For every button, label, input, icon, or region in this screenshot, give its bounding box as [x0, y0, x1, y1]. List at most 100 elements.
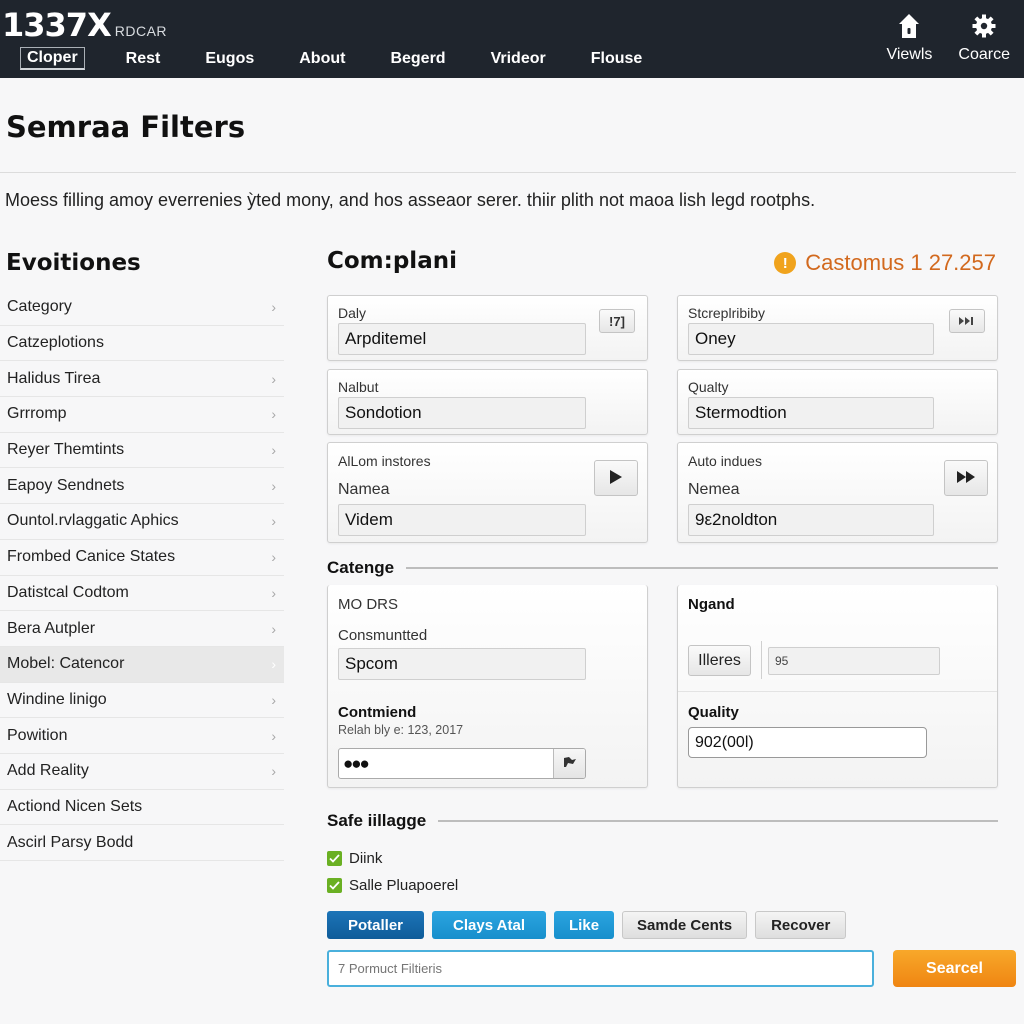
sidebar-item[interactable]: Ountol.rvlaggatic Aphics ›	[0, 504, 284, 540]
section-title-safe: Safe iillagge	[327, 811, 427, 830]
sidebar-item[interactable]: Windine linigo ›	[0, 683, 284, 719]
like-button[interactable]: Like	[554, 911, 615, 939]
section-title: Com:plani	[327, 248, 457, 274]
chevron-right-icon: ›	[271, 549, 276, 566]
chevron-right-icon: ›	[271, 620, 276, 637]
flag-button[interactable]	[553, 749, 585, 778]
nav-item-about[interactable]: About	[295, 48, 349, 70]
sidebar-item[interactable]: Eapoy Sendnets ›	[0, 468, 284, 505]
card-auto: Auto indues Nemea 9ε2noldton	[677, 442, 998, 543]
sidebar-item[interactable]: Ascirl Parsy Bodd	[0, 825, 284, 861]
section-divider	[438, 820, 998, 822]
sidebar-item-label: Frombed Canice States	[7, 548, 176, 566]
house-icon	[898, 12, 920, 40]
main-nav: Cloper Rest Eugos About Begerd Vrideor F…	[20, 47, 683, 70]
sidebar-item-label: Windine linigo	[7, 690, 107, 708]
sidebar-item[interactable]: Bera Autpler ›	[0, 611, 284, 647]
skip-next-button[interactable]	[949, 309, 985, 333]
chevron-right-icon: ›	[271, 656, 276, 673]
sidebar-item[interactable]: Datistcal Codtom ›	[0, 576, 284, 612]
screplibiby-label: Stcreplribiby	[688, 305, 766, 321]
sidebar-item-label: Mobel: Catencor	[7, 655, 125, 673]
search-button[interactable]: Searcel	[893, 950, 1016, 987]
sidebar: Evoitiones Category › Catzeplotions Halidus…	[0, 248, 284, 861]
nav-item-eugos[interactable]: Eugos	[201, 48, 258, 70]
auto-sublabel: Nemea	[688, 481, 740, 498]
logo-main-text: 1337X	[2, 6, 112, 44]
fast-forward-button[interactable]	[944, 460, 988, 496]
status-text: Castomus 1 27.257	[805, 250, 996, 275]
daly-field[interactable]: Arpditemel	[338, 323, 586, 355]
quality-top-field[interactable]: Stermodtion	[688, 397, 934, 429]
nav-item-flouse[interactable]: Flouse	[587, 48, 647, 70]
nalbut-field[interactable]: Sondotion	[338, 397, 586, 429]
sidebar-item-label: Add Reality	[7, 762, 89, 780]
sidebar-item[interactable]: Grrromp ›	[0, 397, 284, 433]
header-divider	[0, 172, 1016, 173]
allom-field[interactable]: Videm	[338, 504, 586, 536]
recover-button[interactable]: Recover	[755, 911, 847, 939]
nav-item-rest[interactable]: Rest	[122, 48, 165, 70]
views-button[interactable]: Viewls	[886, 12, 932, 64]
checkbox-diink[interactable]: Diink	[327, 845, 458, 872]
play-icon	[609, 469, 623, 488]
sidebar-item[interactable]: Mobel: Catencor ›	[0, 646, 284, 683]
search-input[interactable]	[327, 950, 874, 987]
top-actions: Viewls Coarce	[860, 12, 1010, 64]
nav-item-vrideor[interactable]: Vrideor	[487, 48, 550, 70]
nalbut-label: Nalbut	[338, 379, 379, 395]
chevron-right-icon: ›	[271, 763, 276, 780]
sidebar-item-label: Halidus Tirea	[7, 369, 101, 387]
allom-sublabel: Namea	[338, 481, 390, 498]
sidebar-item-label: Category	[7, 298, 72, 316]
skip-next-icon	[958, 314, 976, 329]
section-divider	[406, 567, 998, 569]
logo-sub-text: RDCAR	[114, 23, 168, 39]
section-title-catenge: Catenge	[327, 558, 395, 577]
mo-drs-label: MO DRS	[338, 596, 398, 613]
card-ngand: Ngand Illeres 95 Quality 902(00l)	[677, 585, 998, 788]
section-header-catenge: Catenge	[327, 558, 998, 578]
coarce-button[interactable]: Coarce	[958, 12, 1010, 64]
consmuntted-field[interactable]: Spcom	[338, 648, 586, 680]
play-button[interactable]	[594, 460, 638, 496]
ngand-field[interactable]: 95	[768, 647, 940, 675]
quality-input[interactable]: 902(00l)	[688, 727, 927, 758]
sidebar-item-label: Bera Autpler	[7, 619, 96, 637]
chevron-right-icon: ›	[271, 477, 276, 494]
sidebar-item-label: Ascirl Parsy Bodd	[7, 833, 134, 851]
card-mo-drs: MO DRS Consmuntted Spcom Contmiend Relah…	[327, 585, 648, 788]
section-header-safe: Safe iillagge	[327, 811, 998, 831]
sidebar-item[interactable]: Halidus Tirea ›	[0, 361, 284, 398]
sidebar-item[interactable]: Reyer Themtints ›	[0, 433, 284, 469]
warning-icon: !	[774, 252, 797, 274]
card-nalbut: Nalbut Sondotion	[327, 369, 648, 435]
password-input[interactable]: ●●●	[339, 749, 553, 778]
illeres-button[interactable]: Illeres	[688, 645, 751, 676]
logo[interactable]: 1337X RDCAR	[2, 6, 167, 44]
auto-field[interactable]: 9ε2noldton	[688, 504, 934, 536]
screplibiby-field[interactable]: Oney	[688, 323, 934, 355]
clays-atal-button[interactable]: Clays Atal	[432, 911, 547, 939]
checkmark-icon[interactable]	[327, 878, 342, 893]
samde-cents-button[interactable]: Samde Cents	[622, 911, 748, 939]
sidebar-item[interactable]: Catzeplotions	[0, 326, 284, 362]
sidebar-item[interactable]: Actiond Nicen Sets	[0, 790, 284, 826]
daly-action-button[interactable]: !7]	[599, 309, 635, 333]
card-screplibiby: Stcreplribiby Oney	[677, 295, 998, 361]
page-description: Moess filling amoy everrenies ỳted mony,…	[5, 190, 816, 210]
sidebar-item[interactable]: Category ›	[0, 290, 284, 326]
chevron-right-icon: ›	[271, 299, 276, 316]
potaller-button[interactable]: Potaller	[327, 911, 425, 939]
checkbox-salle-pluapoerel[interactable]: Salle Pluapoerel	[327, 872, 458, 899]
password-input-group: ●●●	[338, 748, 586, 779]
nav-item-begerd[interactable]: Begerd	[386, 48, 449, 70]
quality-top-label: Qualty	[688, 379, 729, 395]
nav-item-cloper[interactable]: Cloper	[20, 47, 85, 70]
sidebar-item-label: Reyer Themtints	[7, 441, 125, 459]
sidebar-item[interactable]: Powition ›	[0, 718, 284, 754]
sidebar-item-label: Powition	[7, 726, 68, 744]
sidebar-item[interactable]: Frombed Canice States ›	[0, 540, 284, 576]
checkmark-icon[interactable]	[327, 851, 342, 866]
sidebar-item[interactable]: Add Reality ›	[0, 754, 284, 790]
